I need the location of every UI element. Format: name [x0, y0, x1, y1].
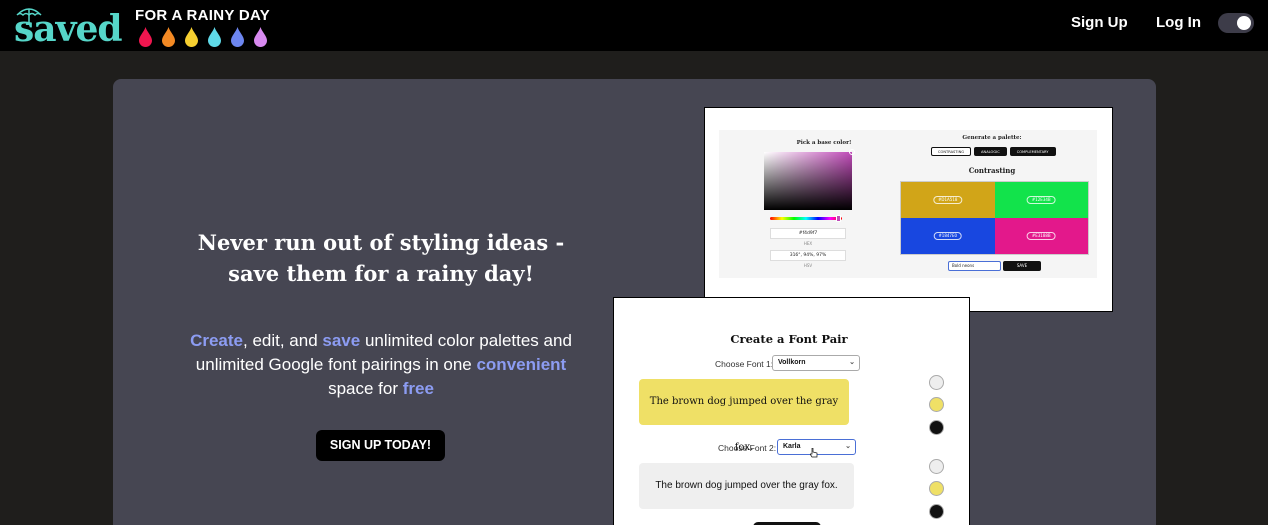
- font1-sample-box: The brown dog jumped over the gray fox.: [639, 379, 849, 453]
- palette-swatch: #E3188B: [994, 218, 1088, 254]
- hue-slider-knob: [836, 215, 841, 222]
- mode-complementary-button: COMPLEMENTARY: [1009, 147, 1056, 156]
- hsv-label: HSV: [803, 263, 813, 268]
- font2-sample-box: The brown dog jumped over the gray fox.: [639, 463, 854, 509]
- mode-analogic-button: ANALOGIC: [974, 147, 1007, 156]
- font2-label: Choose Font 2:: [718, 443, 777, 453]
- swatch-hex-chip: #1847E0: [933, 232, 963, 240]
- palette-mode-buttons: CONTRASTING ANALOGIC COMPLEMENTARY: [931, 147, 1056, 156]
- font-pair-title: Create a Font Pair: [730, 332, 848, 346]
- hero-title-line-1: Never run out of styling ideas -: [197, 230, 565, 255]
- palette-swatch: #D1A518: [901, 182, 995, 218]
- highlight-create: Create: [190, 331, 243, 350]
- hue-slider: [770, 215, 842, 222]
- nav-log-in-link[interactable]: Log In: [1156, 14, 1201, 31]
- picker-handle: [849, 149, 855, 155]
- hex-value-field: #f4d9f7: [770, 228, 846, 239]
- chevron-down-icon: ⌄: [849, 359, 855, 366]
- highlight-save: save: [322, 331, 361, 350]
- active-mode-title: Contrasting: [968, 166, 1016, 175]
- color-swatch-circle: [929, 420, 944, 435]
- site-logo[interactable]: saved FOR A RAINY DAY: [14, 5, 284, 49]
- palette-swatch: #12E34B: [994, 182, 1088, 218]
- raindrop-icon: [254, 27, 267, 47]
- logo-tagline: FOR A RAINY DAY: [135, 7, 271, 24]
- hero-title: Never run out of styling ideas - save th…: [183, 227, 579, 289]
- chevron-down-icon: ⌄: [845, 443, 851, 450]
- font1-select-value: Vollkorn: [778, 359, 806, 366]
- swatch-hex-chip: #12E34B: [1026, 196, 1056, 204]
- hsv-value-field: 316°, 94%, 97%: [770, 250, 846, 261]
- generate-palette-label: Generate a palette:: [962, 135, 1022, 141]
- palette-save-button: SAVE: [1003, 261, 1041, 271]
- logo-wordmark: saved: [14, 8, 123, 50]
- color-swatch-circle: [929, 481, 944, 496]
- hero-title-line-2: save them for a rainy day!: [228, 261, 534, 286]
- hand-pointer-icon: [810, 448, 818, 458]
- palette-swatch-grid: #D1A518 #12E34B #1847E0 #E3188B: [900, 181, 1089, 255]
- highlight-free: free: [402, 379, 434, 398]
- palette-name-input: Bold neons: [948, 261, 1001, 271]
- swatch-hex-chip: #D1A518: [933, 196, 963, 204]
- highlight-convenient: convenient: [476, 355, 567, 374]
- toggle-knob: [1237, 16, 1251, 30]
- desc-text-1: , edit, and: [243, 331, 323, 350]
- font1-select: Vollkorn ⌄: [772, 355, 860, 371]
- raindrop-icon: [231, 27, 244, 47]
- color-swatch-circle: [929, 375, 944, 390]
- mode-contrasting-button: CONTRASTING: [931, 147, 972, 156]
- raindrop-icon: [185, 27, 198, 47]
- font1-label: Choose Font 1:: [715, 359, 774, 369]
- color-swatch-circle: [929, 397, 944, 412]
- hex-label: HEX: [803, 241, 813, 246]
- palette-preview-panel: Pick a base color! #f4d9f7 HEX 316°, 94%…: [719, 130, 1097, 278]
- hero-description: Create, edit, and save unlimited color p…: [183, 329, 579, 401]
- sign-up-today-button[interactable]: SIGN UP TODAY!: [316, 430, 445, 461]
- raindrop-icon: [208, 27, 221, 47]
- font2-select-value: Karla: [783, 443, 801, 450]
- top-navbar: saved FOR A RAINY DAY Sign Up Log In: [0, 0, 1268, 51]
- font-pair-preview: Create a Font Pair Choose Font 1: Vollko…: [613, 297, 970, 525]
- nav-sign-up-link[interactable]: Sign Up: [1071, 14, 1128, 31]
- dark-mode-toggle[interactable]: [1218, 13, 1254, 33]
- swatch-hex-chip: #E3188B: [1026, 232, 1056, 240]
- palette-swatch: #1847E0: [901, 218, 995, 254]
- desc-text-3: space for: [328, 379, 403, 398]
- pick-base-color-label: Pick a base color!: [796, 140, 852, 146]
- raindrops-row: [138, 27, 268, 47]
- raindrop-icon: [139, 27, 152, 47]
- raindrop-icon: [162, 27, 175, 47]
- color-picker-area: [764, 149, 855, 210]
- palette-generator-preview: Pick a base color! #f4d9f7 HEX 316°, 94%…: [704, 107, 1113, 312]
- color-swatch-circle: [929, 504, 944, 519]
- color-swatch-circle: [929, 459, 944, 474]
